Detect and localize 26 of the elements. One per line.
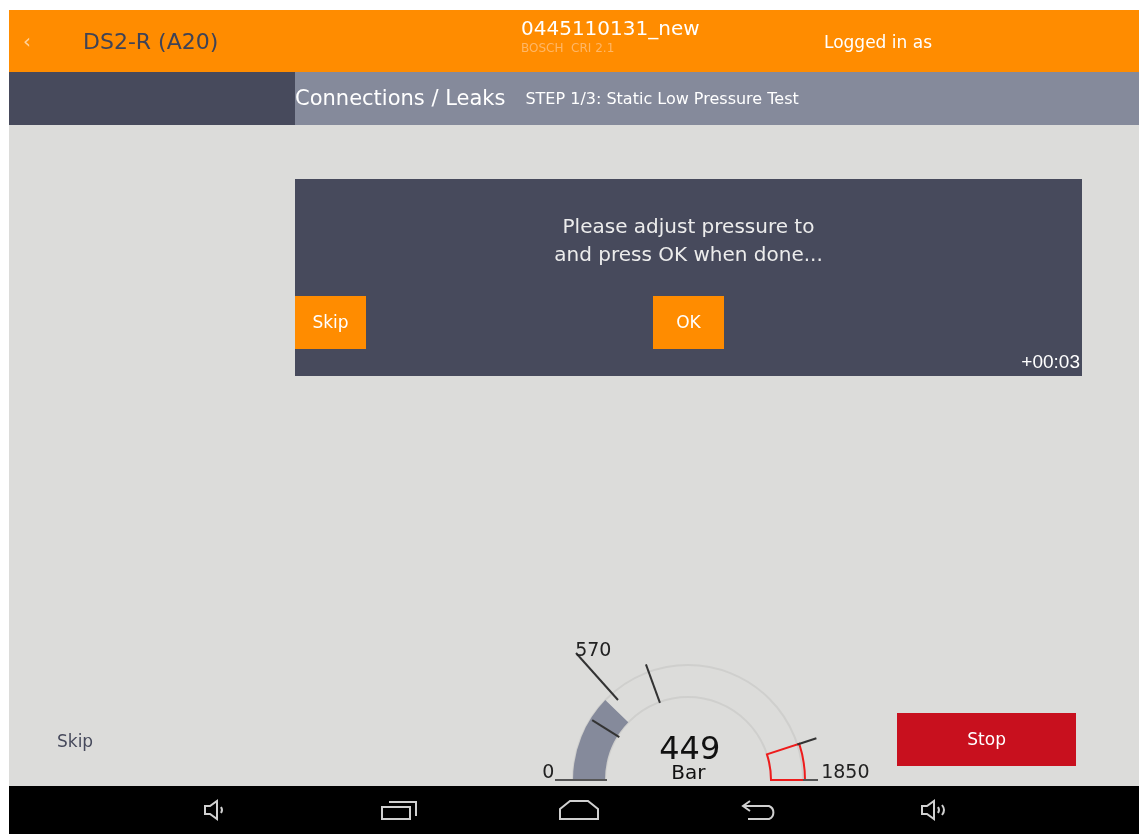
back-button[interactable]: ‹: [17, 26, 37, 56]
ok-button[interactable]: OK: [653, 296, 724, 349]
step-title: STEP 1/3: Static Low Pressure Test: [525, 87, 799, 110]
gauge-unit: Bar: [671, 762, 706, 782]
elapsed-timer: +00:03: [1021, 349, 1080, 374]
gauge-tick: [645, 663, 662, 704]
recent-apps-icon[interactable]: [380, 799, 418, 821]
part-number: 0445110131_new: [521, 16, 700, 41]
skip-link[interactable]: Skip: [57, 728, 94, 754]
gauge-tick: [591, 719, 621, 739]
system-subtitle: BOSCH CRI 2.1: [521, 41, 616, 56]
target-marker: [766, 742, 807, 781]
gauge-baseline: [802, 779, 820, 781]
device-title: DS2-R (A20): [83, 27, 219, 56]
gauge-max-label: 1850: [821, 762, 870, 781]
gauge-marker-label: 570: [575, 640, 612, 659]
gauge-baseline: [554, 779, 609, 781]
stop-button[interactable]: Stop: [897, 713, 1077, 766]
skip-button[interactable]: Skip: [295, 296, 366, 349]
home-icon[interactable]: [558, 799, 600, 821]
gauge-tick: [796, 737, 818, 746]
section-title: Connections / Leaks: [295, 84, 506, 112]
gauge-value: 449: [659, 732, 721, 764]
gauge-min-label: 0: [542, 762, 555, 781]
prompt-message: Please adjust pressure to and press OK when done...: [553, 213, 824, 268]
login-status: Logged in as: [824, 31, 932, 54]
